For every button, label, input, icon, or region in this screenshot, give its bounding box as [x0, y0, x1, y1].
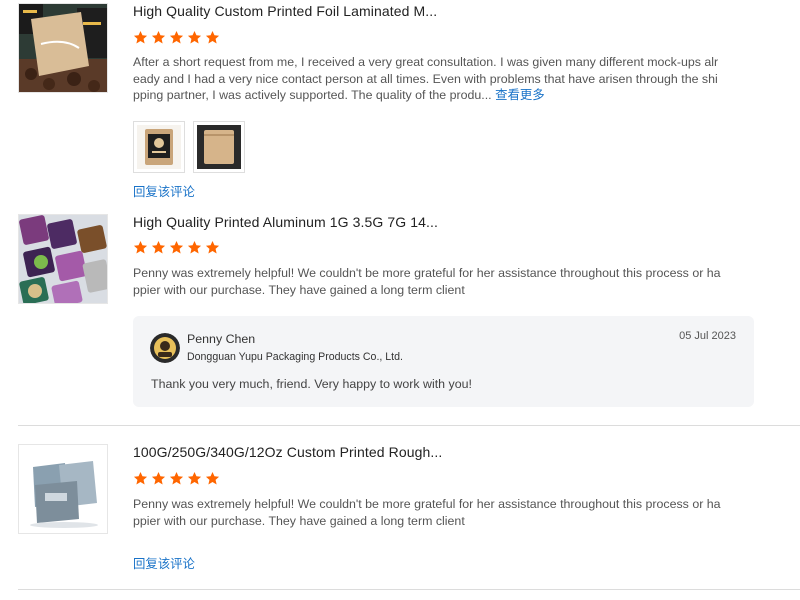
star-icon [205, 471, 220, 485]
star-icon [151, 471, 166, 485]
star-icon [205, 240, 220, 254]
review-product-title[interactable]: High Quality Custom Printed Foil Laminat… [133, 3, 437, 19]
rating-stars [133, 30, 220, 46]
star-icon [151, 30, 166, 44]
review-item: High Quality Custom Printed Foil Laminat… [0, 0, 800, 210]
review-text: After a short request from me, I receive… [133, 54, 723, 104]
product-thumbnail[interactable] [18, 444, 108, 534]
star-icon [133, 471, 148, 485]
avatar [150, 333, 180, 363]
star-icon [187, 240, 202, 254]
product-thumbnail[interactable] [18, 3, 108, 93]
review-photo[interactable] [193, 121, 245, 173]
star-icon [169, 240, 184, 254]
seller-name: Penny Chen [187, 332, 256, 346]
review-item: 100G/250G/340G/12Oz Custom Printed Rough… [0, 426, 800, 600]
reply-to-review-link[interactable]: 回复该评论 [133, 182, 195, 200]
review-product-title[interactable]: High Quality Printed Aluminum 1G 3.5G 7G… [133, 214, 438, 230]
star-icon [205, 30, 220, 44]
seller-company: Dongguan Yupu Packaging Products Co., Lt… [187, 351, 403, 363]
rating-stars [133, 471, 220, 487]
review-text: Penny was extremely helpful! We couldn't… [133, 497, 721, 528]
rating-stars [133, 240, 220, 256]
reply-date: 05 Jul 2023 [679, 330, 736, 342]
seller-reply: Penny Chen Dongguan Yupu Packaging Produ… [133, 316, 754, 407]
kraft-pouch-photo [197, 125, 241, 169]
seller-reply-text: Thank you very much, friend. Very happy … [151, 377, 472, 391]
star-icon [133, 240, 148, 254]
reply-to-review-link[interactable]: 回复该评论 [133, 554, 195, 572]
review-photos [133, 121, 245, 173]
star-icon [151, 240, 166, 254]
product-image [19, 445, 107, 533]
product-image [19, 215, 107, 303]
divider [18, 589, 800, 590]
star-icon [169, 30, 184, 44]
product-image [19, 4, 107, 92]
seller-avatar-image [150, 333, 180, 363]
review-product-title[interactable]: 100G/250G/340G/12Oz Custom Printed Rough… [133, 444, 442, 460]
coffee-bag-black-photo [137, 125, 181, 169]
product-thumbnail[interactable] [18, 214, 108, 304]
review-text: Penny was extremely helpful! We couldn't… [133, 266, 721, 297]
see-more-link[interactable]: 查看更多 [495, 88, 545, 102]
star-icon [133, 30, 148, 44]
review-body: After a short request from me, I receive… [133, 55, 719, 102]
review-photo[interactable] [133, 121, 185, 173]
review-item: High Quality Printed Aluminum 1G 3.5G 7G… [0, 210, 800, 426]
star-icon [187, 471, 202, 485]
star-icon [187, 30, 202, 44]
star-icon [169, 471, 184, 485]
